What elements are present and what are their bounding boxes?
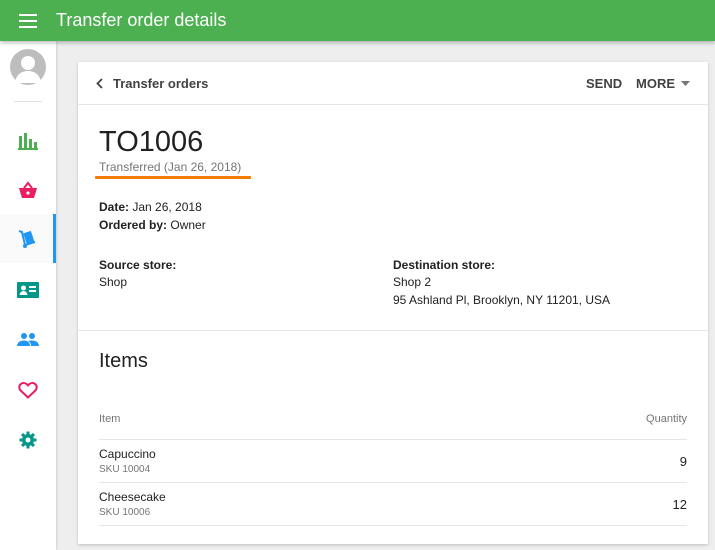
send-button[interactable]: SEND [586, 76, 622, 91]
app-bar: Transfer order details [0, 0, 715, 41]
destination-store-address: 95 Ashland Pl, Brooklyn, NY 11201, USA [393, 293, 611, 307]
more-button-label: MORE [636, 76, 675, 91]
sidebar-item-items[interactable] [0, 165, 56, 214]
table-row-divider [99, 482, 687, 483]
column-header-item: Item [99, 413, 121, 425]
ordered-by-value: Owner [170, 218, 206, 232]
avatar-button[interactable] [0, 41, 56, 93]
order-date: Date: Jan 26, 2018 [99, 200, 202, 214]
id-card-icon [17, 281, 39, 298]
source-store-label: Source store: [99, 258, 177, 272]
order-status: Transferred (Jan 26, 2018) [99, 160, 242, 174]
sidebar-item-loyalty[interactable] [0, 365, 56, 414]
sidebar-item-reports[interactable] [0, 116, 56, 165]
sidebar-item-employees[interactable] [0, 265, 56, 314]
destination-store-label: Destination store: [393, 258, 496, 272]
item-row-sku: SKU 10006 [99, 507, 151, 518]
heart-icon [18, 381, 38, 399]
item-row-name: Capuccino [99, 447, 156, 461]
ordered-by-label: Ordered by: [99, 218, 168, 232]
back-link-label: Transfer orders [113, 75, 209, 91]
avatar [10, 49, 46, 85]
user-icon [15, 56, 41, 83]
gear-icon [19, 431, 37, 448]
transfer-order-card: Transfer orders SEND MORE TO1006 Transfe… [78, 62, 708, 544]
section-divider [78, 330, 708, 331]
column-header-quantity: Quantity [646, 413, 687, 425]
destination-store-name: Shop 2 [393, 275, 432, 289]
items-heading: Items [99, 350, 148, 372]
bar-chart-icon [18, 132, 38, 150]
order-number: TO1006 [99, 126, 204, 158]
back-link[interactable]: Transfer orders [96, 75, 208, 91]
ordered-by: Ordered by: Owner [99, 218, 206, 232]
sidebar-divider [14, 101, 42, 102]
item-row-quantity: 12 [672, 497, 687, 512]
source-store-value: Shop [99, 275, 128, 289]
sidebar-item-settings[interactable] [0, 415, 56, 464]
menu-button[interactable] [0, 0, 56, 41]
people-icon [17, 332, 39, 346]
table-header-divider [99, 439, 687, 440]
more-button[interactable]: MORE [636, 76, 690, 91]
hand-truck-icon [18, 229, 35, 248]
table-row-divider [99, 525, 687, 526]
item-row-sku: SKU 10004 [99, 464, 151, 475]
item-row-quantity: 9 [679, 454, 687, 469]
sidebar-item-customers[interactable] [0, 314, 56, 363]
page-title: Transfer order details [56, 10, 227, 30]
hamburger-icon [19, 13, 37, 28]
card-header: Transfer orders SEND MORE [78, 62, 708, 105]
caret-down-icon [681, 81, 690, 86]
status-underline [95, 176, 251, 179]
basket-icon [19, 180, 37, 198]
order-date-value: Jan 26, 2018 [132, 200, 202, 214]
sidebar-item-inventory[interactable] [0, 214, 56, 263]
item-row-name: Cheesecake [99, 490, 166, 504]
order-date-label: Date: [99, 200, 130, 214]
chevron-left-icon [96, 77, 103, 89]
sidebar [0, 41, 56, 550]
